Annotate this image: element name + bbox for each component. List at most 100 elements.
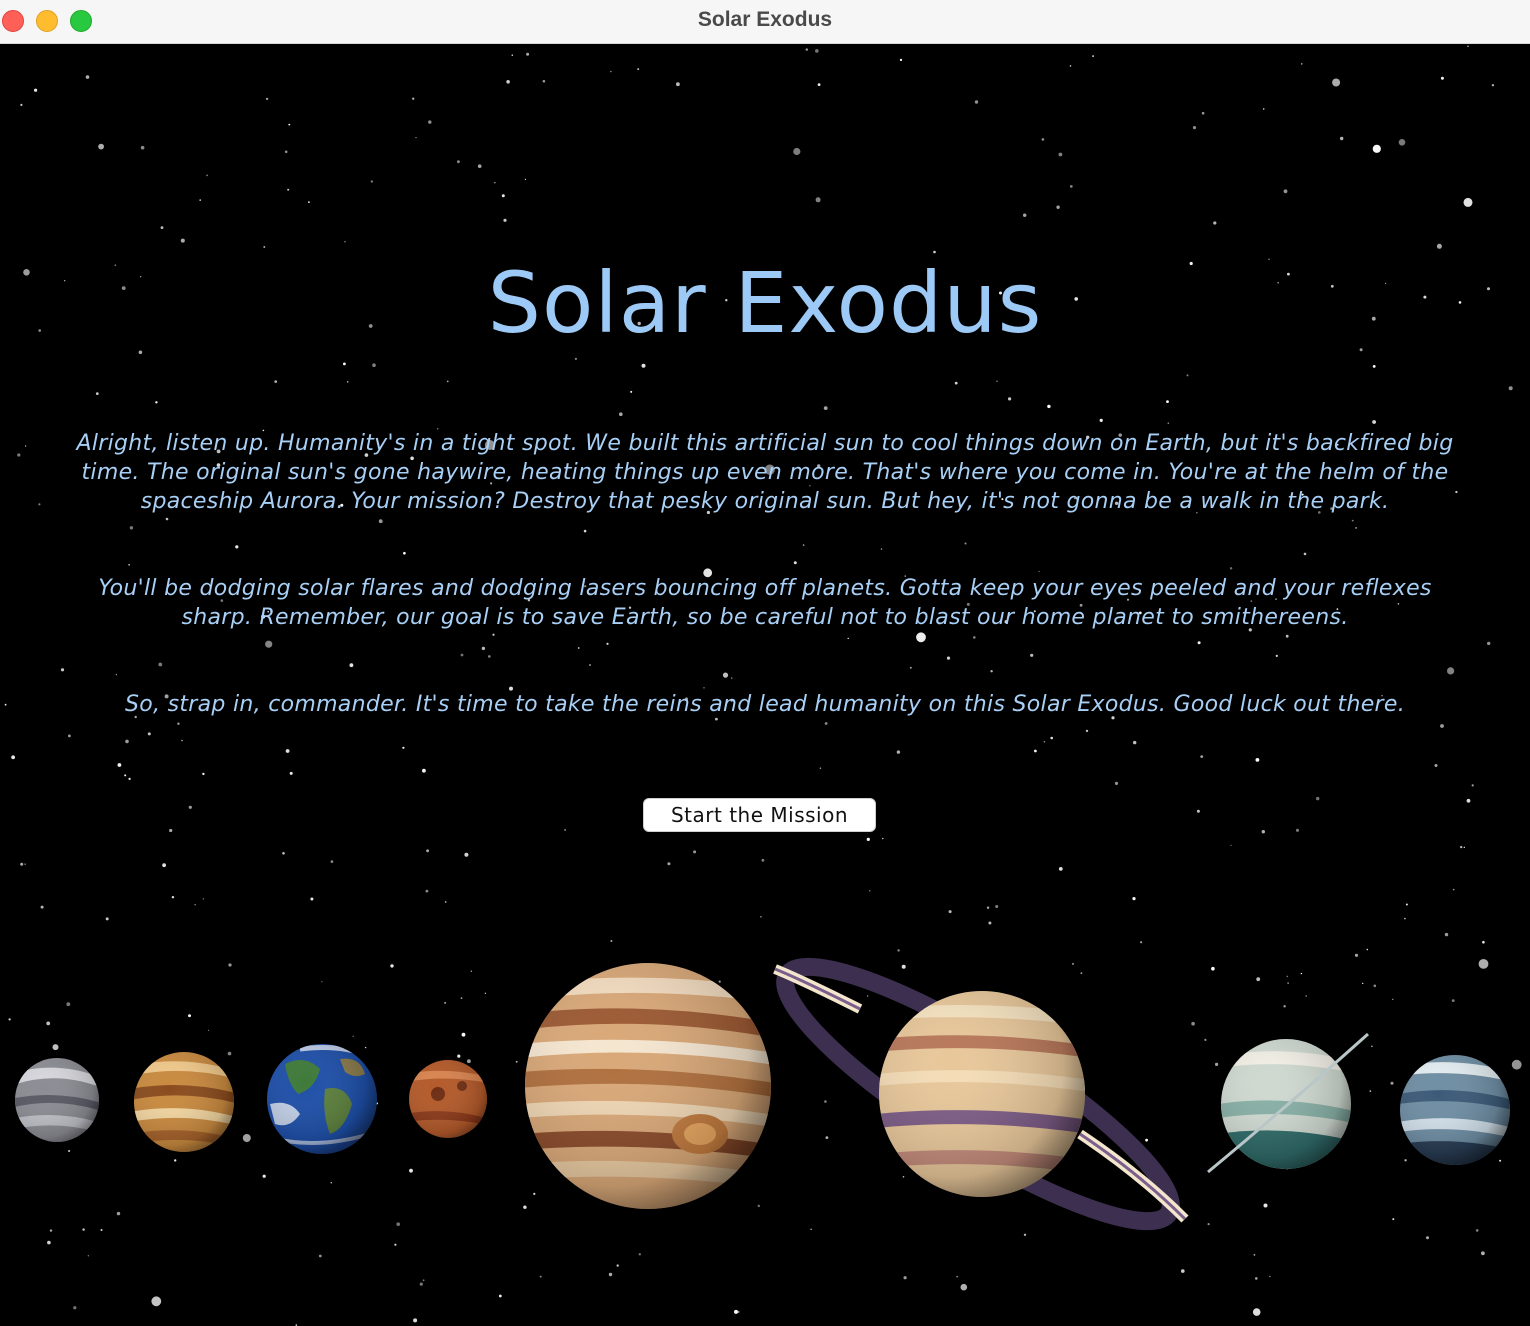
star [333, 1147, 336, 1149]
star [115, 674, 117, 676]
star [676, 82, 680, 87]
star [954, 381, 958, 385]
star [757, 1204, 760, 1208]
game-title: Solar Exodus [487, 254, 1043, 352]
star [815, 197, 821, 203]
star [446, 380, 449, 383]
star [523, 1205, 527, 1209]
star [394, 1243, 397, 1246]
star [708, 996, 711, 998]
star [82, 1228, 85, 1231]
star [637, 68, 640, 71]
star [1132, 897, 1136, 901]
star [996, 380, 998, 383]
star [1283, 1005, 1286, 1008]
star [1043, 741, 1046, 743]
star [973, 636, 976, 639]
star [577, 647, 580, 649]
star [376, 1102, 379, 1105]
star [1332, 78, 1341, 87]
star [595, 1153, 597, 1155]
star [11, 755, 16, 760]
star [1043, 1018, 1048, 1022]
star [140, 145, 145, 150]
star [194, 904, 196, 906]
star [1114, 781, 1119, 786]
star [202, 1143, 205, 1147]
star [1451, 999, 1455, 1002]
star [287, 188, 290, 191]
star [484, 992, 487, 994]
star [960, 1283, 968, 1291]
star [24, 445, 27, 447]
star [1196, 809, 1200, 813]
star [722, 672, 729, 678]
title-bar[interactable]: Solar Exodus [0, 0, 1530, 44]
star [227, 1051, 232, 1056]
star [1256, 977, 1261, 982]
star [1354, 953, 1359, 957]
star [1405, 903, 1408, 906]
star [265, 640, 273, 648]
star [990, 670, 993, 673]
star [202, 772, 205, 776]
star [38, 503, 41, 506]
star [235, 545, 239, 549]
star [793, 147, 801, 156]
star [457, 160, 460, 164]
star [17, 453, 21, 457]
star [1085, 729, 1089, 733]
star [467, 1059, 471, 1064]
star [4, 703, 7, 706]
start-mission-button[interactable]: Start the Mission [643, 798, 876, 832]
star [896, 750, 901, 754]
star [1404, 1159, 1407, 1162]
star [68, 734, 71, 738]
star [630, 390, 633, 393]
star [1252, 1308, 1261, 1316]
star [330, 1182, 332, 1184]
star [1285, 634, 1289, 638]
star [208, 1029, 210, 1031]
star [481, 646, 486, 651]
star [823, 406, 828, 410]
star [181, 739, 183, 742]
star [867, 995, 869, 997]
star [396, 1222, 401, 1226]
star [602, 1041, 605, 1043]
star [761, 858, 765, 862]
star [902, 1176, 905, 1178]
star [347, 381, 349, 383]
star [1463, 197, 1473, 207]
star [1099, 418, 1103, 422]
star [1300, 972, 1303, 975]
star [1201, 111, 1205, 115]
star [1145, 1138, 1148, 1142]
star [1211, 966, 1215, 971]
star [1372, 420, 1376, 424]
star [310, 897, 314, 901]
star [986, 906, 990, 909]
star [189, 1090, 192, 1093]
intro-paragraph-1: Alright, listen up. Humanity's in a tigh… [76, 431, 1454, 514]
star [128, 563, 131, 566]
star [1041, 138, 1045, 141]
intro-paragraph-2: You'll be dodging solar flares and dodgi… [98, 576, 1432, 630]
star [933, 250, 936, 254]
star [1305, 995, 1307, 997]
star [60, 668, 65, 672]
star [457, 1054, 461, 1058]
star [370, 180, 373, 183]
star [1080, 972, 1083, 975]
star [825, 1136, 829, 1139]
star [285, 749, 290, 753]
star [1058, 152, 1063, 157]
star [1467, 45, 1469, 48]
star [321, 981, 323, 983]
star [948, 910, 952, 914]
star [899, 58, 903, 62]
star [619, 412, 623, 417]
star [428, 120, 432, 124]
star [425, 889, 429, 893]
star [444, 1002, 446, 1004]
